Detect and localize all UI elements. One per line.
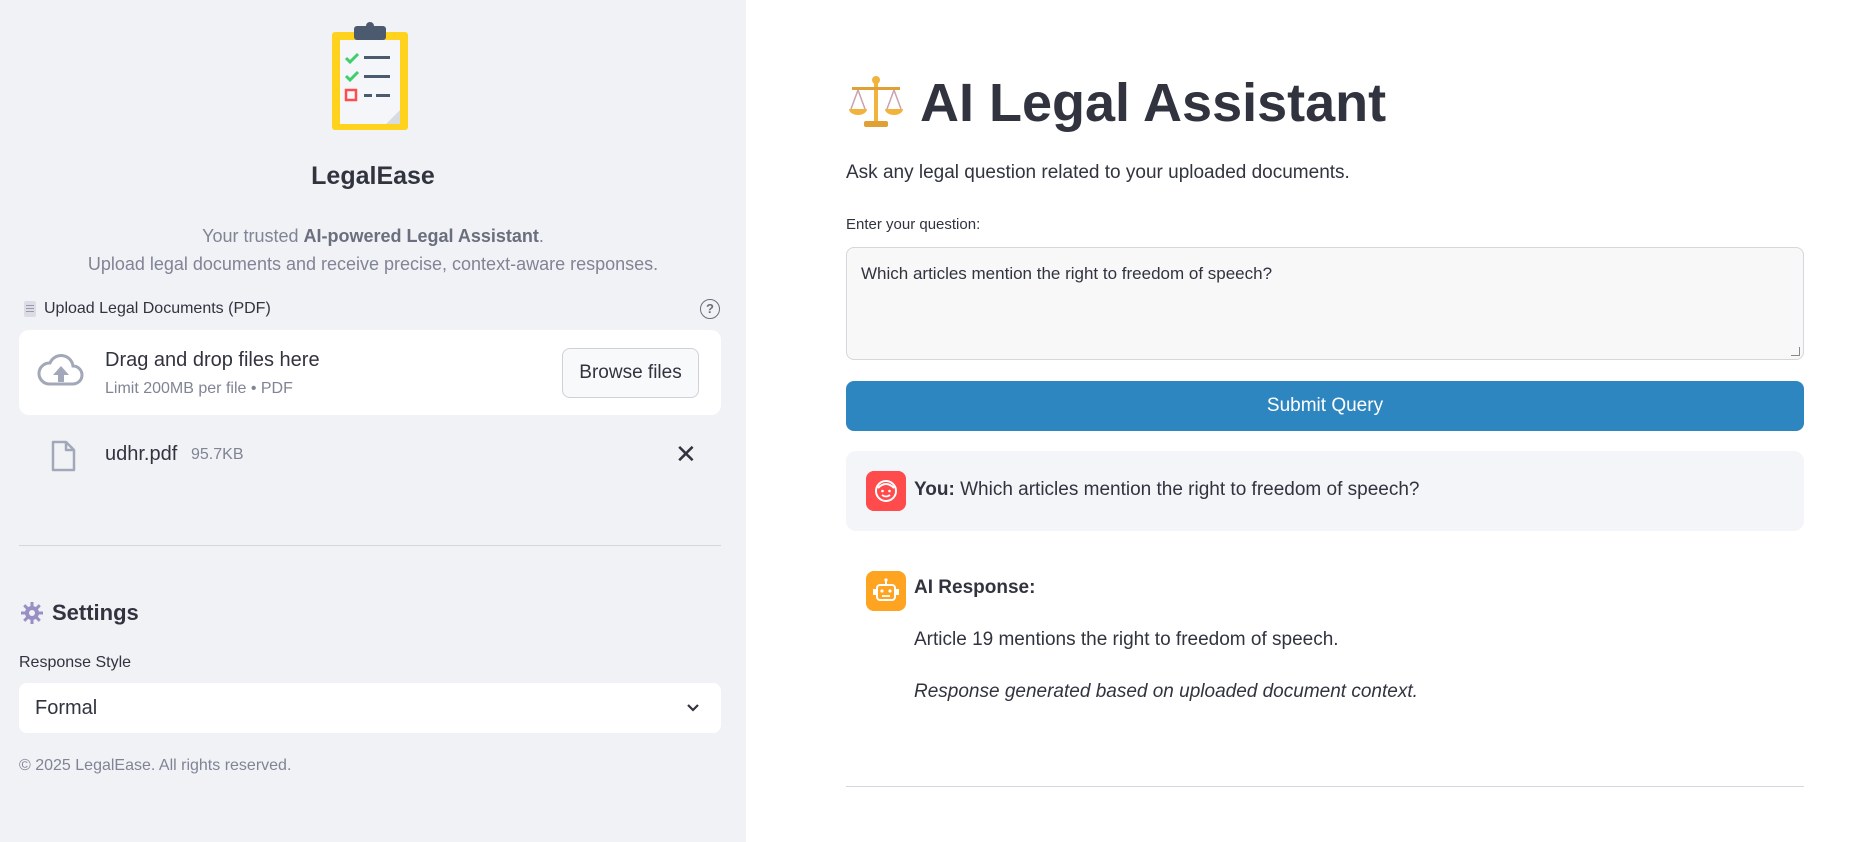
tagline-suffix: . [538,226,544,246]
chevron-down-icon [687,704,699,712]
uploaded-file-row: udhr.pdf 95.7KB ✕ [19,430,721,480]
page-title-text: AI Legal Assistant [920,73,1387,133]
copyright: © 2025 LegalEase. All rights reserved. [19,757,292,774]
user-message-text: You: Which articles mention the right to… [914,479,1420,501]
sidebar-divider [19,545,721,546]
response-style-label: Response Style [19,654,132,671]
file-icon [51,440,76,472]
main-divider [846,786,1804,787]
close-icon[interactable]: ✕ [675,441,697,467]
ai-response-body: Article 19 mentions the right to freedom… [914,629,1339,650]
dropzone-title: Drag and drop files here [105,349,320,371]
sidebar: LegalEase Your trusted AI-powered Legal … [0,0,746,842]
response-style-value: Formal [35,697,98,719]
cloud-upload-icon [37,354,84,386]
question-value: Which articles mention the right to free… [861,264,1273,283]
response-style-select[interactable]: Formal [19,683,721,733]
ai-response-note: Response generated based on uploaded doc… [914,681,1418,702]
user-speaker: You: [914,479,955,500]
question-label: Enter your question: [846,216,981,233]
upload-label: Upload Legal Documents (PDF) [24,300,271,318]
browse-files-button[interactable]: Browse files [562,348,699,398]
upload-label-text: Upload Legal Documents (PDF) [44,300,271,317]
main-content: AI Legal Assistant Ask any legal questio… [746,0,1872,842]
tagline-bold: AI-powered Legal Assistant [303,226,539,246]
clipboard-checklist-icon [332,22,408,130]
gear-icon [21,602,43,624]
brand-name: LegalEase [311,162,435,190]
tagline-prefix: Your trusted [202,226,304,246]
scales-icon [849,76,903,127]
file-dropzone[interactable]: Drag and drop files here Limit 200MB per… [19,330,721,415]
dropzone-subtitle: Limit 200MB per file • PDF [105,380,293,397]
ai-message: AI Response: Article 19 mentions the rig… [846,551,1804,721]
file-size: 95.7KB [191,446,244,463]
user-face-icon [866,471,906,511]
question-textarea[interactable]: Which articles mention the right to free… [846,247,1804,360]
help-icon[interactable]: ? [700,299,720,319]
settings-heading: Settings [20,600,139,626]
resize-handle[interactable] [1791,347,1800,356]
tagline: Your trusted AI-powered Legal Assistant.… [0,222,746,278]
document-icon [24,301,36,317]
file-name: udhr.pdf [105,443,178,465]
user-question: Which articles mention the right to free… [960,479,1420,500]
ai-response-heading: AI Response: [914,577,1036,598]
robot-icon [866,571,906,611]
user-message: You: Which articles mention the right to… [846,451,1804,531]
submit-query-button[interactable]: Submit Query [846,381,1804,431]
settings-title: Settings [52,600,139,625]
page-subtitle: Ask any legal question related to your u… [846,162,1350,183]
tagline-line2: Upload legal documents and receive preci… [87,254,659,274]
page-title: AI Legal Assistant [846,72,1386,134]
